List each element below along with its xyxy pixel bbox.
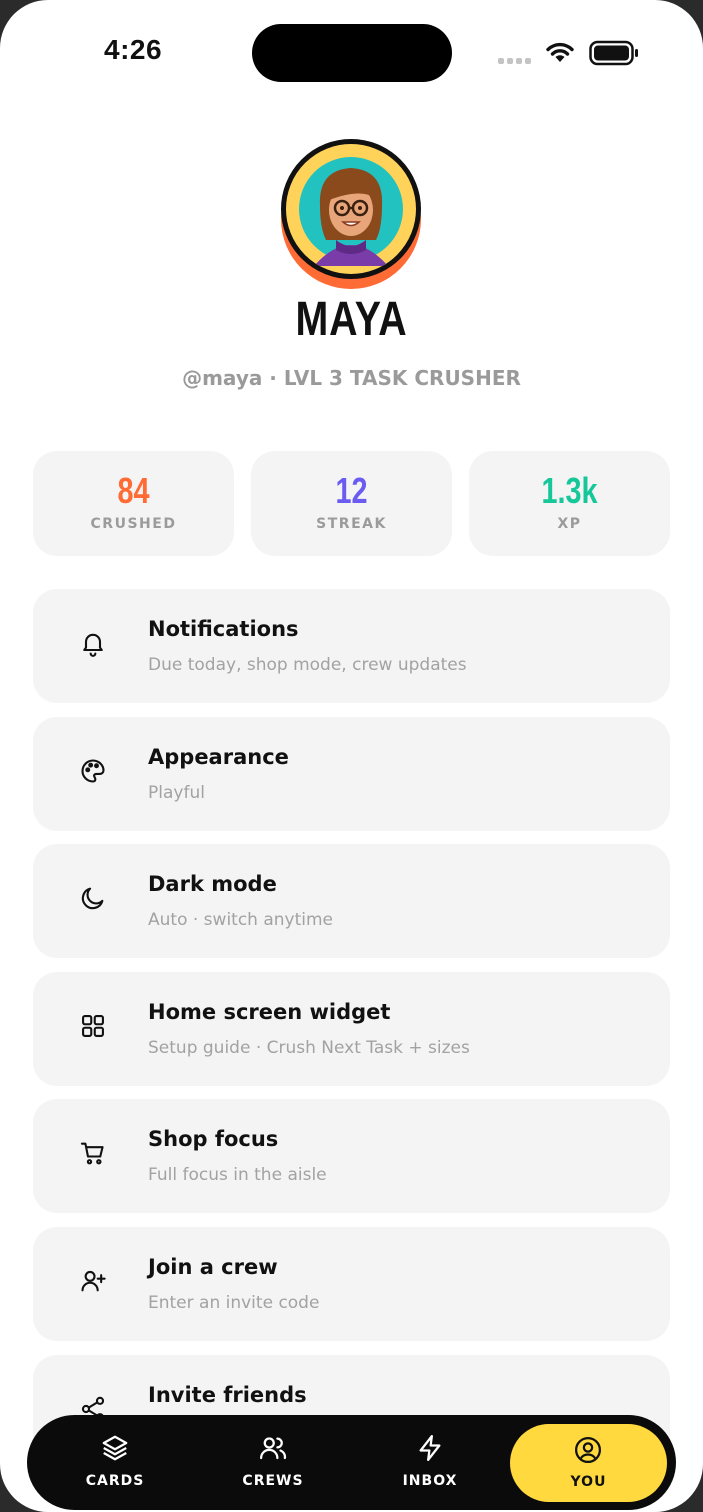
- profile-handle: @maya · LVL 3 TASK CRUSHER: [182, 366, 521, 390]
- menu-subtitle: Setup guide · Crush Next Task + sizes: [148, 1038, 470, 1058]
- menu-title: Invite friends: [148, 1383, 307, 1407]
- layers-icon: [102, 1435, 128, 1461]
- bell-icon: [83, 633, 103, 657]
- menu-subtitle: Enter an invite code: [148, 1293, 320, 1313]
- user-plus-icon: [81, 1270, 106, 1292]
- nav-cards[interactable]: CARDS: [40, 1415, 190, 1510]
- palette-icon: [81, 759, 105, 783]
- grid-icon: [82, 1015, 104, 1037]
- bolt-icon: [419, 1435, 441, 1461]
- user-circle-icon: [575, 1437, 601, 1463]
- stat-value: 84: [117, 470, 150, 511]
- menu-subtitle: Full focus in the aisle: [148, 1165, 327, 1185]
- bottom-nav: CARDS CREWS INBOX YOU: [27, 1415, 676, 1510]
- menu-title: Shop focus: [148, 1127, 279, 1151]
- avatar-image: [281, 139, 421, 279]
- stat-label: CRUSHED: [90, 516, 177, 532]
- profile-name: MAYA: [295, 293, 408, 346]
- signal-icon: [498, 58, 531, 64]
- menu-title: Dark mode: [148, 872, 277, 896]
- menu-title: Home screen widget: [148, 1000, 391, 1024]
- users-icon: [260, 1437, 287, 1460]
- nav-you[interactable]: YOU: [510, 1424, 667, 1502]
- phone-screen: 4:26 MAYA @maya · LVL 3 TASK CRUSHER 84 …: [0, 0, 703, 1512]
- menu-item-join-crew[interactable]: Join a crew Enter an invite code: [33, 1227, 670, 1341]
- status-time: 4:26: [104, 34, 163, 65]
- nav-label: CREWS: [242, 1473, 304, 1489]
- menu-title: Appearance: [148, 745, 289, 769]
- stat-streak[interactable]: 12 STREAK: [251, 451, 452, 556]
- nav-label: INBOX: [402, 1473, 458, 1489]
- menu-title: Notifications: [148, 617, 299, 641]
- menu-item-notifications[interactable]: Notifications Due today, shop mode, crew…: [33, 589, 670, 703]
- dynamic-island: [252, 24, 452, 82]
- menu-item-dark-mode[interactable]: Dark mode Auto · switch anytime: [33, 844, 670, 958]
- menu-item-home-widget[interactable]: Home screen widget Setup guide · Crush N…: [33, 972, 670, 1086]
- nav-crews[interactable]: CREWS: [198, 1415, 348, 1510]
- avatar[interactable]: [281, 139, 421, 289]
- nav-label: YOU: [570, 1474, 607, 1490]
- menu-item-shop-focus[interactable]: Shop focus Full focus in the aisle: [33, 1099, 670, 1213]
- stat-label: XP: [557, 516, 582, 532]
- menu-item-appearance[interactable]: Appearance Playful: [33, 717, 670, 831]
- wifi-icon: [546, 42, 574, 62]
- menu-subtitle: Auto · switch anytime: [148, 910, 334, 930]
- stat-crushed[interactable]: 84 CRUSHED: [33, 451, 234, 556]
- moon-icon: [81, 887, 104, 910]
- nav-label: CARDS: [85, 1473, 145, 1489]
- battery-icon: [589, 40, 638, 66]
- menu-title: Join a crew: [148, 1255, 278, 1279]
- cart-icon: [80, 1142, 104, 1165]
- nav-inbox[interactable]: INBOX: [355, 1415, 505, 1510]
- stat-value: 12: [335, 470, 368, 511]
- stat-xp[interactable]: 1.3k XP: [469, 451, 670, 556]
- menu-subtitle: Due today, shop mode, crew updates: [148, 655, 467, 675]
- menu-subtitle: Playful: [148, 783, 205, 803]
- stat-value: 1.3k: [541, 470, 598, 511]
- stat-label: STREAK: [316, 516, 387, 532]
